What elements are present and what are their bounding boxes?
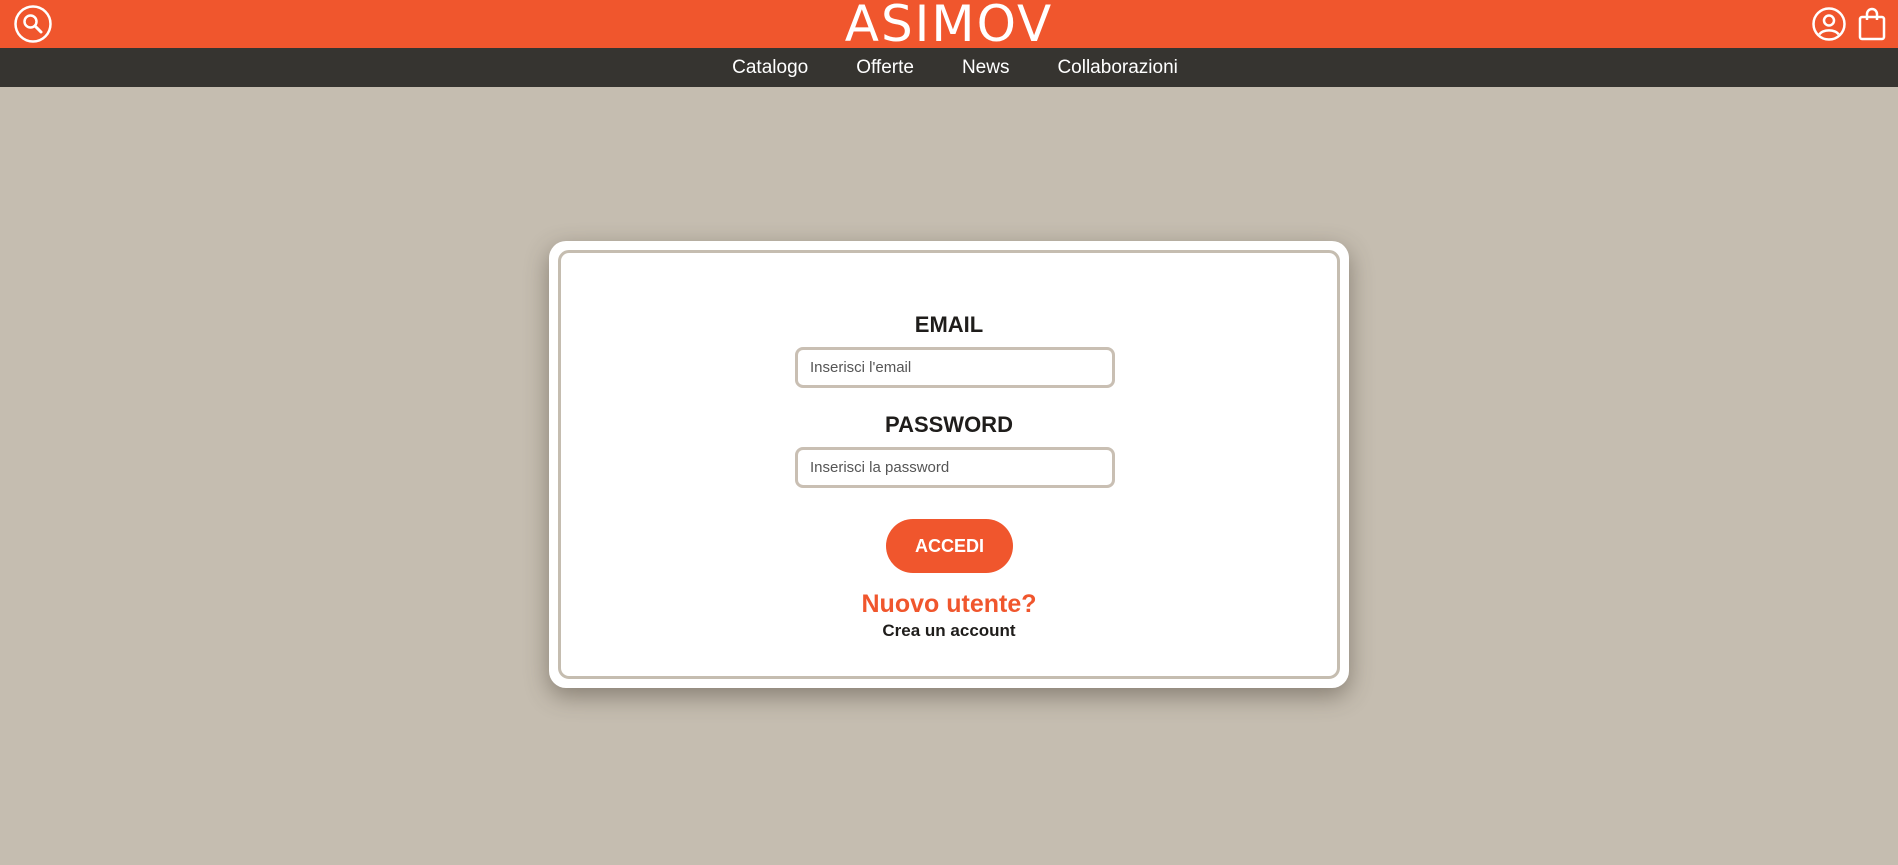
shopping-bag-icon [1858,7,1886,41]
nav-item-collaborazioni[interactable]: Collaborazioni [1057,57,1177,79]
email-field[interactable] [795,347,1115,388]
site-logo[interactable]: ASIMOV [845,0,1054,51]
login-card-inner: EMAIL PASSWORD ACCEDI Nuovo utente? Crea… [558,250,1340,679]
password-field[interactable] [795,447,1115,488]
login-button[interactable]: ACCEDI [886,519,1013,573]
nav-item-news[interactable]: News [962,57,1010,79]
nav-item-catalogo[interactable]: Catalogo [732,57,808,79]
search-button[interactable] [13,4,53,44]
login-card: EMAIL PASSWORD ACCEDI Nuovo utente? Crea… [549,241,1349,688]
main-nav: Catalogo Offerte News Collaborazioni [0,48,1898,87]
search-icon [14,5,52,43]
top-header: ASIMOV [0,0,1898,51]
nav-item-offerte[interactable]: Offerte [856,57,914,79]
create-account-link[interactable]: Crea un account [561,621,1337,641]
cart-button[interactable] [1855,4,1889,44]
password-label: PASSWORD [885,412,1013,437]
account-button[interactable] [1810,4,1848,44]
user-circle-icon [1812,7,1846,41]
new-user-heading: Nuovo utente? [861,590,1037,618]
email-label: EMAIL [914,312,984,337]
